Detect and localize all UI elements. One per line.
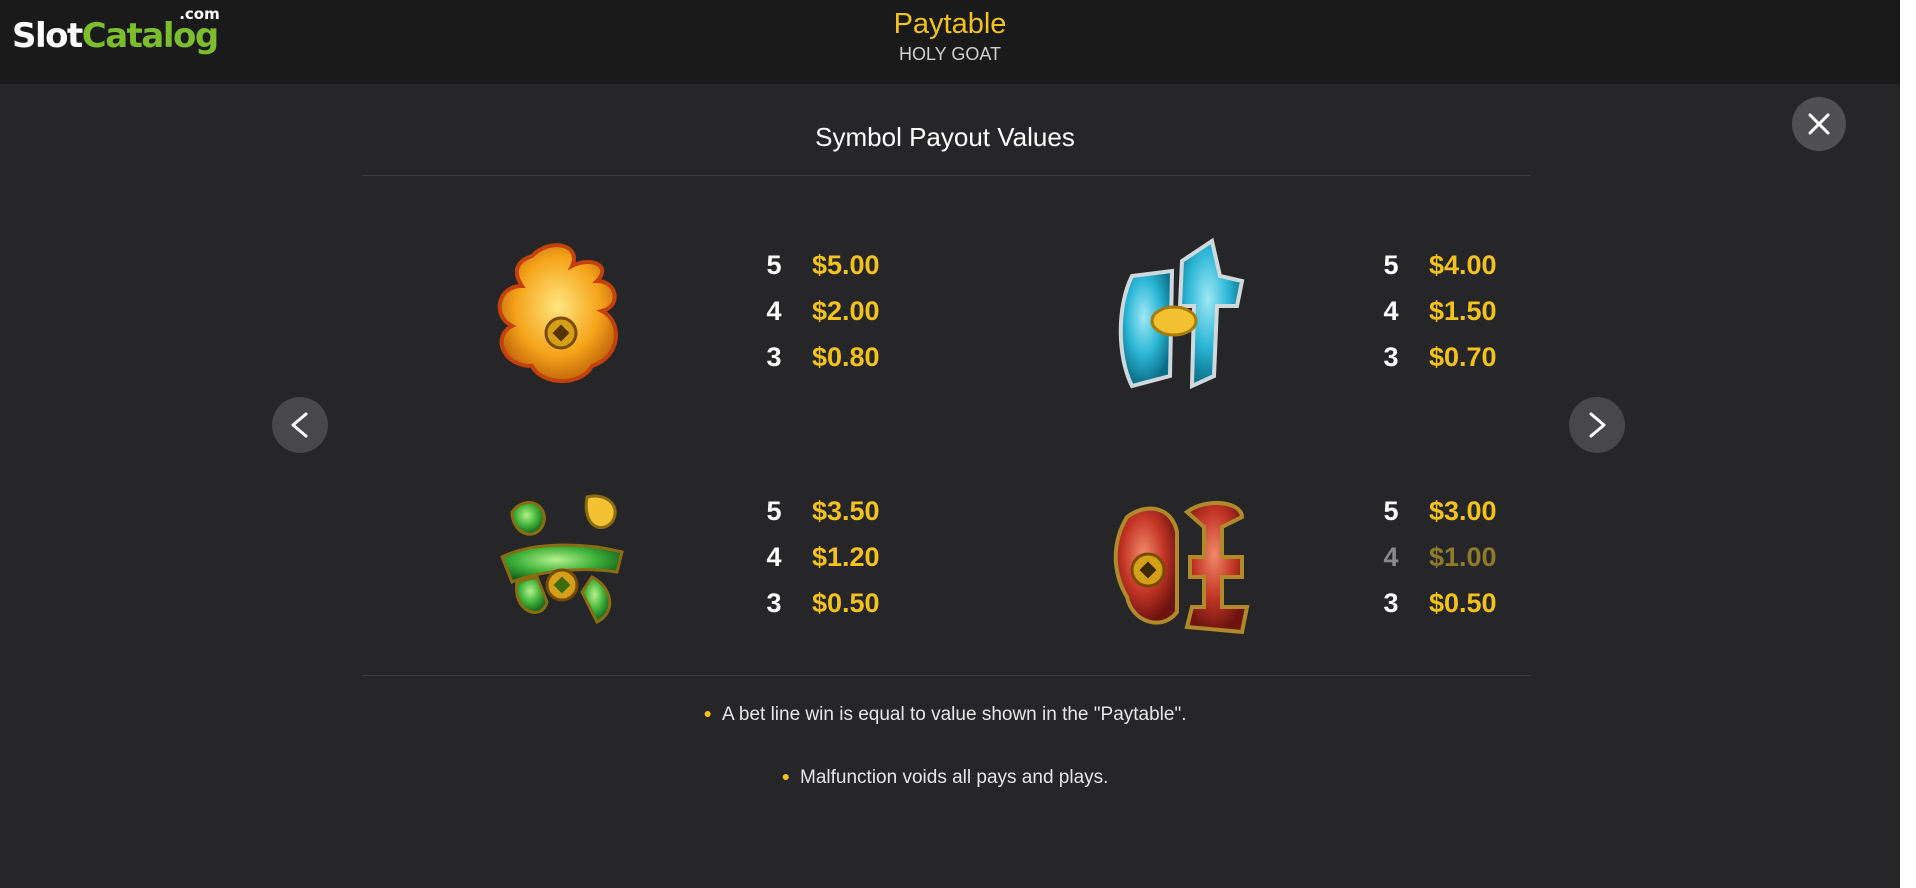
symbol-count: 5 <box>766 250 782 280</box>
page-edge <box>1900 0 1916 888</box>
symbol-count: 5 <box>766 496 782 526</box>
payout-value: $0.80 <box>812 342 880 372</box>
payout-value: $0.50 <box>812 588 880 618</box>
blue-character-symbol <box>1092 226 1272 406</box>
symbol-count: 3 <box>766 588 782 618</box>
payout-value: $4.00 <box>1429 250 1497 280</box>
payout-row: 5 $3.00 <box>1379 491 1509 531</box>
payout-value: $5.00 <box>812 250 880 280</box>
game-name: HOLY GOAT <box>898 44 1002 64</box>
payout-value: $1.00 <box>1429 542 1497 572</box>
payout-value: $0.70 <box>1429 342 1497 372</box>
chevron-right-icon <box>1589 412 1606 438</box>
top-bar: SlotCatalog .com Paytable HOLY GOAT <box>0 0 1900 84</box>
gold-character-symbol <box>472 226 652 406</box>
payout-row: 3 $0.50 <box>1379 583 1509 623</box>
payout-row: 4 $2.00 <box>762 291 892 331</box>
payout-row: 3 $0.70 <box>1379 337 1509 377</box>
bullet-icon: ● <box>703 705 712 721</box>
symbol-count: 3 <box>766 342 782 372</box>
divider-bottom <box>362 675 1530 676</box>
section-title: Symbol Payout Values <box>815 122 1075 152</box>
payout-row: 5 $5.00 <box>762 245 892 285</box>
divider-top <box>362 175 1530 176</box>
symbol-count: 3 <box>1383 342 1399 372</box>
payout-value: $3.50 <box>812 496 880 526</box>
payout-value: $3.00 <box>1429 496 1497 526</box>
symbol-count: 4 <box>766 542 782 572</box>
symbol-count: 5 <box>1383 496 1399 526</box>
next-page-button[interactable] <box>1569 397 1625 453</box>
green-character-symbol <box>472 472 652 652</box>
red-character-symbol <box>1092 472 1272 652</box>
previous-page-button[interactable] <box>272 397 328 453</box>
payout-value: $1.50 <box>1429 296 1497 326</box>
payout-row: 5 $3.50 <box>762 491 892 531</box>
chevron-left-icon <box>291 412 308 438</box>
payout-row: 4 $1.20 <box>762 537 892 577</box>
symbol-count: 4 <box>766 296 782 326</box>
payout-value: $2.00 <box>812 296 880 326</box>
payout-row: 4 $1.00 <box>1379 537 1509 577</box>
rule-note: ● Malfunction voids all pays and plays. <box>0 767 1890 789</box>
payout-row: 3 $0.50 <box>762 583 892 623</box>
symbol-count: 4 <box>1383 296 1399 326</box>
payout-value: $1.20 <box>812 542 880 572</box>
symbol-count: 3 <box>1383 588 1399 618</box>
payout-row: 4 $1.50 <box>1379 291 1509 331</box>
symbol-count: 5 <box>1383 250 1399 280</box>
symbol-count: 4 <box>1383 542 1399 572</box>
rule-note-text: Malfunction voids all pays and plays. <box>800 767 1109 788</box>
payout-row: 5 $4.00 <box>1379 245 1509 285</box>
rule-note: ● A bet line win is equal to value shown … <box>0 704 1890 726</box>
bullet-icon: ● <box>781 768 791 784</box>
rule-note-text: A bet line win is equal to value shown i… <box>721 704 1187 725</box>
payout-value: $0.50 <box>1429 588 1497 618</box>
payout-row: 3 $0.80 <box>762 337 892 377</box>
paytable-title: Paytable <box>893 8 1007 40</box>
